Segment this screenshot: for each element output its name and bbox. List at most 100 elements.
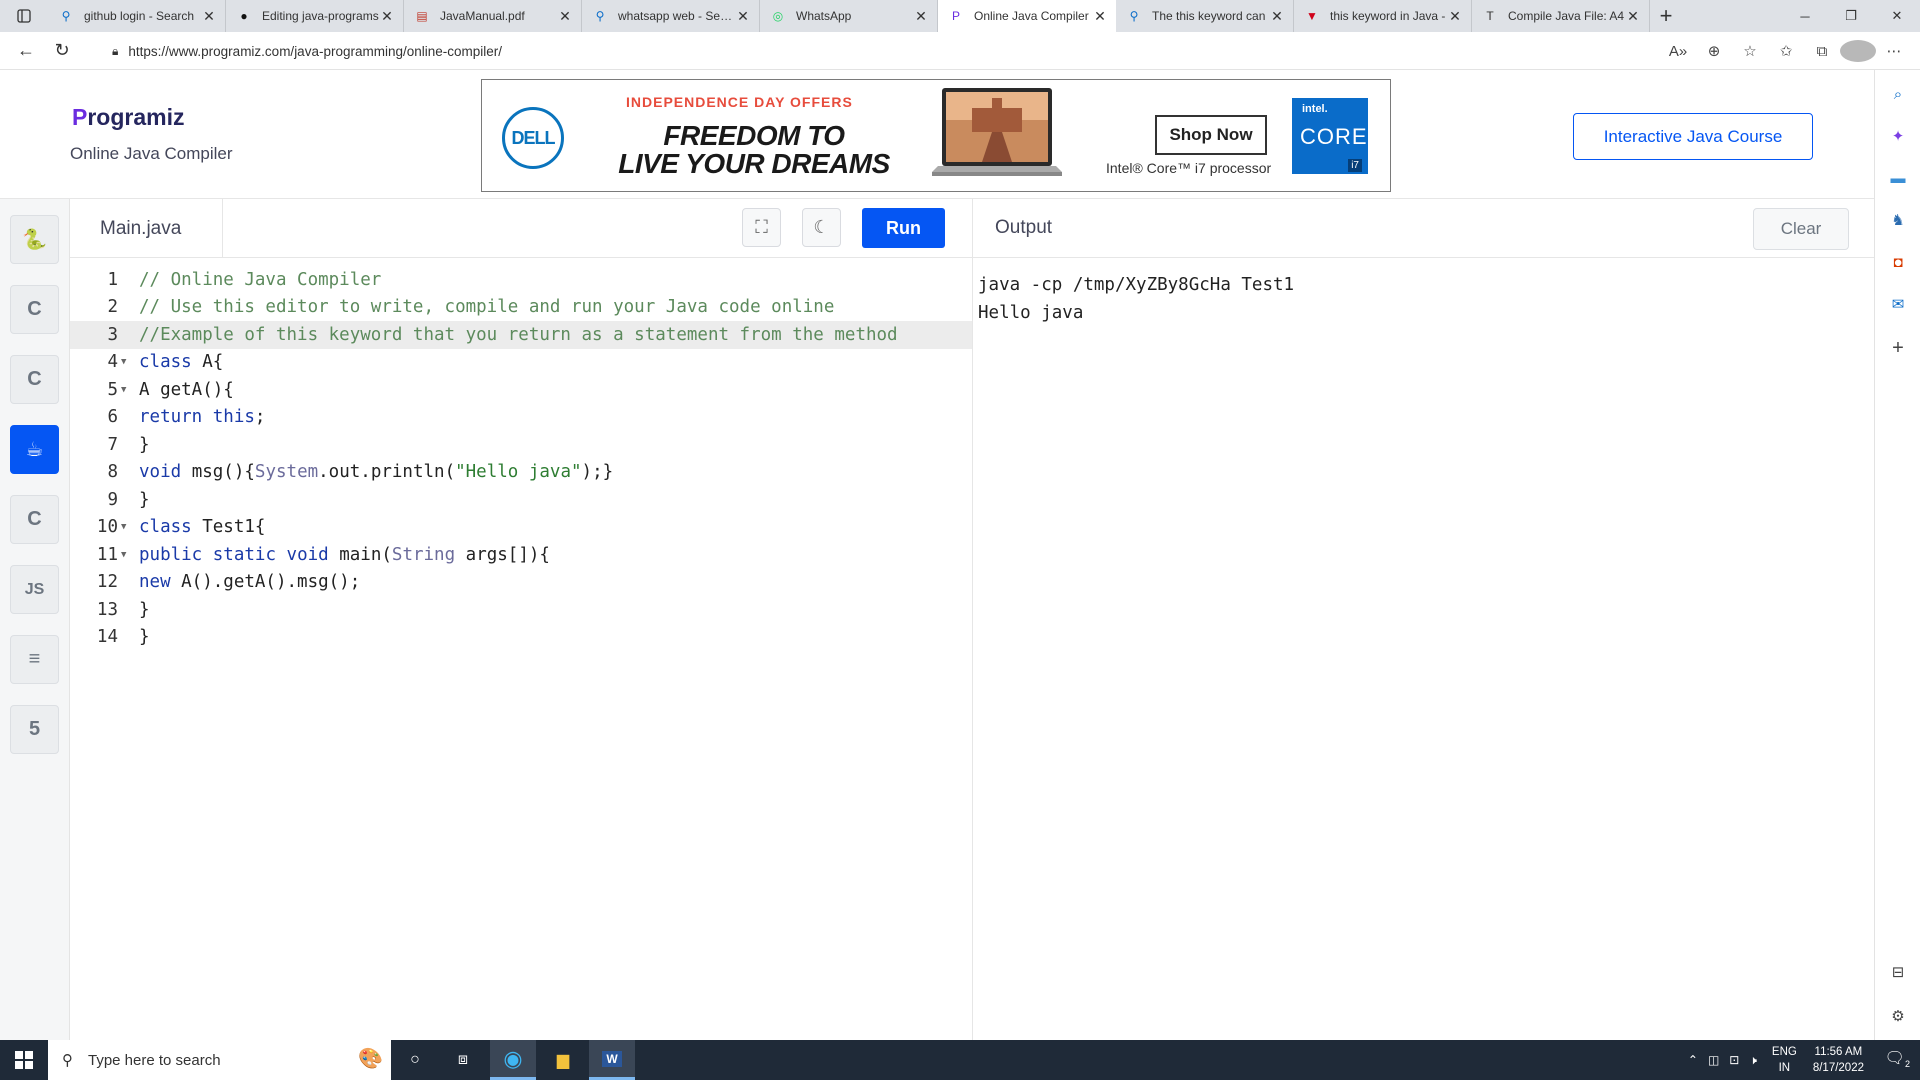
cortana-icon[interactable]: ○ [392,1040,438,1080]
taskbar-search-input[interactable]: ⚲ Type here to search 🎨 [48,1040,391,1080]
browser-tab-8[interactable]: ▼ this keyword in Java - ✕ [1294,0,1472,32]
tray-language[interactable]: ENG IN [1772,1044,1797,1076]
code-line[interactable]: 4 ▼ class A{ [70,349,972,377]
more-icon[interactable]: ⋯ [1876,42,1912,60]
language-sql-icon[interactable]: ≡ [10,635,59,684]
notification-center-icon[interactable]: 🗨︎2 [1885,1048,1910,1069]
new-tab-button[interactable]: + [1650,0,1682,32]
sidebar-search-icon[interactable]: ⌕ [1886,82,1910,106]
tab-close-icon[interactable]: ✕ [1447,8,1463,25]
zoom-icon[interactable]: ⊕ [1696,42,1732,60]
fold-arrow-icon[interactable]: ▼ [118,357,130,367]
code-line[interactable]: 3 //Example of this keyword that you retu… [70,321,972,349]
tab-actions-icon[interactable] [0,0,48,32]
fold-arrow-icon[interactable]: ▼ [118,522,130,532]
tray-chevron-icon[interactable]: ⌃ [1688,1053,1698,1067]
code-line[interactable]: 8 void msg(){System.out.println("Hello ja… [70,459,972,487]
windows-taskbar: ⚲ Type here to search 🎨 ○ ⧈ ◉ ▆ W ⌃ ◫ ⊡ … [0,1040,1920,1080]
code-line[interactable]: 7} [70,431,972,459]
line-text: } [139,489,150,510]
browser-tab-4[interactable]: ⚲ whatsapp web - Search ✕ [582,0,760,32]
tray-time: 11:56 AM [1814,1046,1863,1058]
tray-clock[interactable]: 11:56 AM 8/17/2022 [1813,1044,1864,1076]
browser-tab-5[interactable]: ◎ WhatsApp ✕ [760,0,938,32]
fold-arrow-icon[interactable]: ▼ [118,550,130,560]
code-editor[interactable]: 1 // Online Java Compiler 2 // Use this edi… [70,258,972,1040]
run-button[interactable]: Run [862,208,945,248]
address-bar: ← ↻ 🔒︎ https://www.programiz.com/java-pr… [0,32,1920,70]
sidebar-shopping-icon[interactable]: ▬ [1886,166,1910,190]
fullscreen-icon[interactable]: ⛶ [742,208,781,247]
code-line[interactable]: 5 ▼ A getA(){ [70,376,972,404]
favorite-add-icon[interactable]: ☆ [1732,42,1768,60]
sidebar-outlook-icon[interactable]: ✉ [1886,292,1910,316]
tab-close-icon[interactable]: ✕ [1092,8,1108,25]
tray-meet-icon[interactable]: ◫ [1708,1053,1719,1067]
language-java-icon[interactable]: ☕ [10,425,59,474]
notification-count: 2 [1904,1059,1910,1070]
code-line[interactable]: 11 ▼ public static void main(String args[]… [70,541,972,569]
word-taskbar-icon[interactable]: W [589,1040,635,1080]
tab-close-icon[interactable]: ✕ [379,8,395,25]
back-icon[interactable]: ← [8,33,44,69]
sidebar-add-icon[interactable]: + [1886,336,1910,360]
language-python-icon[interactable]: 🐍 [10,215,59,264]
language-c-icon[interactable]: C [10,285,59,334]
sidebar-games-icon[interactable]: ♞ [1886,208,1910,232]
code-line[interactable]: 6 return this; [70,404,972,432]
tray-network-icon[interactable]: ⊡ [1729,1053,1739,1067]
fold-arrow-icon[interactable]: ▼ [118,385,130,395]
minimize-button[interactable]: ─ [1782,0,1828,32]
programiz-logo[interactable]: Programiz [72,104,184,131]
sidebar-hide-icon[interactable]: ⊟ [1886,960,1910,984]
code-line[interactable]: 13} [70,596,972,624]
line-number: 12 [96,572,118,593]
read-aloud-icon[interactable]: A» [1660,43,1696,60]
tray-volume-icon[interactable]: 🕨 [1749,1053,1757,1068]
browser-tab-6[interactable]: P Online Java Compiler ✕ [938,0,1116,32]
browser-tab-9[interactable]: T Compile Java File: A4 ✕ [1472,0,1650,32]
code-line[interactable]: 14} [70,624,972,652]
code-line[interactable]: 12 new A().getA().msg(); [70,569,972,597]
language-html-icon[interactable]: 5 [10,705,59,754]
dark-mode-icon[interactable]: ☾ [802,208,841,247]
restore-button[interactable]: ❐ [1828,0,1874,32]
ad-banner[interactable]: DELL INDEPENDENCE DAY OFFERS FREEDOM TO … [481,79,1391,192]
browser-tab-2[interactable]: ● Editing java-programs ✕ [226,0,404,32]
language-js-icon[interactable]: JS [10,565,59,614]
code-line[interactable]: 9} [70,486,972,514]
language-csharp-icon[interactable]: C [10,495,59,544]
url-field[interactable]: 🔒︎ https://www.programiz.com/java-progra… [112,39,1212,63]
clear-button[interactable]: Clear [1753,208,1849,250]
task-view-icon[interactable]: ⧈ [440,1040,486,1080]
tab-close-icon[interactable]: ✕ [201,8,217,25]
browser-tab-3[interactable]: ▤ JavaManual.pdf ✕ [404,0,582,32]
edge-taskbar-icon[interactable]: ◉ [490,1040,536,1080]
refresh-icon[interactable]: ↻ [44,33,80,69]
code-line[interactable]: 2 // Use this editor to write, compile an… [70,294,972,322]
tab-close-icon[interactable]: ✕ [557,8,573,25]
interactive-java-course-button[interactable]: Interactive Java Course [1573,113,1813,160]
browser-tab-1[interactable]: ⚲ github login - Search ✕ [48,0,226,32]
tab-close-icon[interactable]: ✕ [735,8,751,25]
ad-slogan-line-1: FREEDOM TO [663,120,845,151]
close-window-button[interactable]: ✕ [1874,0,1920,32]
tab-close-icon[interactable]: ✕ [1269,8,1285,25]
sidebar-discover-icon[interactable]: ✦ [1886,124,1910,148]
code-line[interactable]: 1 // Online Java Compiler [70,266,972,294]
profile-avatar[interactable] [1840,40,1876,62]
favorites-icon[interactable]: ✩ [1768,42,1804,60]
code-line[interactable]: 10 ▼ class Test1{ [70,514,972,542]
file-explorer-icon[interactable]: ▆ [540,1040,586,1080]
file-tab-main-java[interactable]: Main.java [70,199,223,258]
shop-now-button[interactable]: Shop Now [1155,115,1267,155]
windows-start-icon[interactable] [0,1040,48,1080]
sidebar-office-icon[interactable]: ◘ [1886,250,1910,274]
sidebar-settings-icon[interactable]: ⚙ [1886,1004,1910,1028]
language-cpp-icon[interactable]: C [10,355,59,404]
tab-close-icon[interactable]: ✕ [1625,8,1641,25]
tab-close-icon[interactable]: ✕ [913,8,929,25]
collections-icon[interactable]: ⧉ [1804,43,1840,60]
browser-tab-7[interactable]: ⚲ The this keyword can ✕ [1116,0,1294,32]
logo-p: P [72,104,88,130]
